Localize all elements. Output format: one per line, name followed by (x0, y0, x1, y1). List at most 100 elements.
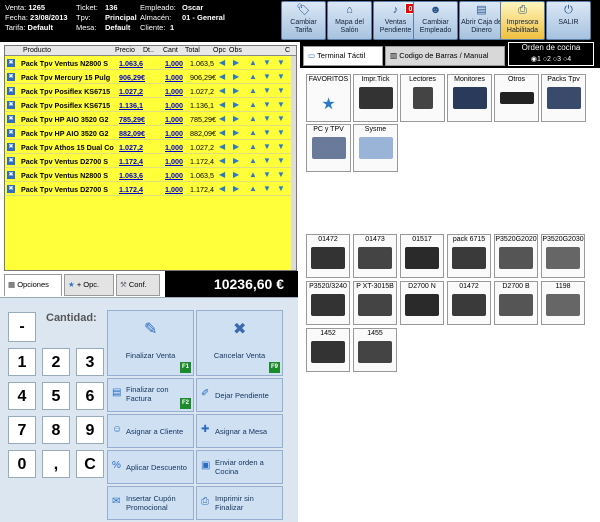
asignar-cliente-button[interactable]: ☺ Asignar a Cliente (107, 414, 194, 448)
line-price[interactable]: 785,29€ (119, 115, 149, 124)
abrir-caja-button[interactable]: ▤ Abrir Caja de Dinero (459, 1, 504, 40)
arrow-more-icon[interactable]: ▼ (277, 101, 287, 109)
delete-line-icon[interactable]: ✖ (7, 129, 15, 137)
arrow-left-icon[interactable]: ◀ (219, 143, 229, 151)
product-tile[interactable]: P3520G2020 (494, 234, 538, 278)
arrow-more-icon[interactable]: ▼ (277, 129, 287, 137)
key-minus[interactable]: - (8, 312, 36, 342)
arrow-down-icon[interactable]: ▼ (263, 171, 273, 179)
key-5[interactable]: 5 (42, 382, 70, 410)
product-tile[interactable]: 01473 (353, 234, 397, 278)
line-qty[interactable]: 1,000 (165, 73, 189, 82)
key-0[interactable]: 0 (8, 450, 36, 478)
delete-line-icon[interactable]: ✖ (7, 171, 15, 179)
category-sysme[interactable]: Sysme (353, 124, 398, 172)
line-price[interactable]: 906,29€ (119, 73, 149, 82)
category-impr-tick[interactable]: Impr.Tick (353, 74, 398, 122)
key-6[interactable]: 6 (76, 382, 104, 410)
arrow-up-icon[interactable]: ▲ (249, 143, 259, 151)
arrow-more-icon[interactable]: ▼ (277, 185, 287, 193)
arrow-more-icon[interactable]: ▼ (277, 59, 287, 67)
mapa-salon-button[interactable]: ⌂ Mapa del Salón (327, 1, 372, 40)
product-tile[interactable]: 01472 (306, 234, 350, 278)
arrow-down-icon[interactable]: ▼ (263, 101, 273, 109)
arrow-left-icon[interactable]: ◀ (219, 73, 229, 81)
table-scrollbar[interactable] (291, 56, 296, 270)
line-qty[interactable]: 1,000 (165, 185, 189, 194)
arrow-more-icon[interactable]: ▼ (277, 171, 287, 179)
category-lectores[interactable]: Lectores (400, 74, 445, 122)
delete-line-icon[interactable]: ✖ (7, 87, 15, 95)
product-tile[interactable]: 1455 (353, 328, 397, 372)
orden-radio-4[interactable]: ○4 (563, 56, 571, 63)
table-row[interactable]: ✖ Pack Tpv HP AIO 3520 G2 785,29€ 1,000 785,… (5, 112, 296, 126)
enviar-cocina-button[interactable]: ▣ Enviar orden a Cocina (196, 450, 283, 484)
table-row[interactable]: ✖ Pack Tpv Ventus N2800 S 1.063,6 1,000 1.06… (5, 56, 296, 70)
delete-line-icon[interactable]: ✖ (7, 59, 15, 67)
table-row[interactable]: ✖ Pack Tpv Mercury 15 Pulg 906,29€ 1,000 906… (5, 70, 296, 84)
category-otros[interactable]: Otros (494, 74, 539, 122)
table-row[interactable]: ✖ Pack Tpv Ventus D2700 S 1.172,4 1,000 1.17… (5, 182, 296, 196)
product-tile[interactable]: P XT-3015B (353, 281, 397, 325)
arrow-down-icon[interactable]: ▼ (263, 157, 273, 165)
delete-line-icon[interactable]: ✖ (7, 73, 15, 81)
arrow-left-icon[interactable]: ◀ (219, 115, 229, 123)
table-row[interactable]: ✖ Pack Tpv Posiflex KS6715 1.027,2 1,000 1.0… (5, 84, 296, 98)
aplicar-descuento-button[interactable]: % Aplicar Descuento (107, 450, 194, 484)
salir-button[interactable]: ⏻ SALIR (546, 1, 591, 40)
table-row[interactable]: ✖ Pack Tpv Ventus D2700 S 1.172,4 1,000 1.17… (5, 154, 296, 168)
arrow-left-icon[interactable]: ◀ (219, 129, 229, 137)
line-qty[interactable]: 1,000 (165, 129, 189, 138)
key-clear[interactable]: C (76, 450, 104, 478)
table-row[interactable]: ✖ Pack Tpv Ventus N2800 S 1.063,6 1,000 1.06… (5, 168, 296, 182)
key-2[interactable]: 2 (42, 348, 70, 376)
arrow-down-icon[interactable]: ▼ (263, 115, 273, 123)
line-price[interactable]: 1.027,2 (119, 143, 149, 152)
arrow-up-icon[interactable]: ▲ (249, 101, 259, 109)
line-qty[interactable]: 1,000 (165, 143, 189, 152)
key-comma[interactable]: , (42, 450, 70, 478)
arrow-down-icon[interactable]: ▼ (263, 185, 273, 193)
arrow-left-icon[interactable]: ◀ (219, 101, 229, 109)
line-qty[interactable]: 1,000 (165, 87, 189, 96)
product-tile[interactable]: D2700 N (400, 281, 444, 325)
line-qty[interactable]: 1,000 (165, 115, 189, 124)
table-row[interactable]: ✖ Pack Tpv Posiflex KS6715 1.136,1 1,000 1.1… (5, 98, 296, 112)
asignar-mesa-button[interactable]: ✚ Asignar a Mesa (196, 414, 283, 448)
arrow-more-icon[interactable]: ▼ (277, 157, 287, 165)
line-price[interactable]: 1.063,6 (119, 171, 149, 180)
line-qty[interactable]: 1,000 (165, 157, 189, 166)
arrow-more-icon[interactable]: ▼ (277, 143, 287, 151)
arrow-up-icon[interactable]: ▲ (249, 87, 259, 95)
arrow-up-icon[interactable]: ▲ (249, 59, 259, 67)
key-7[interactable]: 7 (8, 416, 36, 444)
delete-line-icon[interactable]: ✖ (7, 115, 15, 123)
line-price[interactable]: 1.027,2 (119, 87, 149, 96)
key-9[interactable]: 9 (76, 416, 104, 444)
arrow-right-icon[interactable]: ▶ (233, 59, 243, 67)
arrow-down-icon[interactable]: ▼ (263, 59, 273, 67)
finalizar-factura-button[interactable]: ▤ Finalizar con Factura F2 (107, 378, 194, 412)
key-8[interactable]: 8 (42, 416, 70, 444)
key-3[interactable]: 3 (76, 348, 104, 376)
orden-radio-3[interactable]: ○3 (553, 56, 561, 63)
product-tile[interactable]: pack 6715 (447, 234, 491, 278)
arrow-right-icon[interactable]: ▶ (233, 73, 243, 81)
dejar-pendiente-button[interactable]: ✐ Dejar Pendiente (196, 378, 283, 412)
arrow-left-icon[interactable]: ◀ (219, 157, 229, 165)
arrow-left-icon[interactable]: ◀ (219, 87, 229, 95)
arrow-up-icon[interactable]: ▲ (249, 185, 259, 193)
arrow-right-icon[interactable]: ▶ (233, 87, 243, 95)
product-tile[interactable]: P3520/3240 (306, 281, 350, 325)
arrow-more-icon[interactable]: ▼ (277, 87, 287, 95)
ventas-pendiente-button[interactable]: ♪ Ventas Pendiente 0 (373, 1, 418, 40)
delete-line-icon[interactable]: ✖ (7, 143, 15, 151)
arrow-left-icon[interactable]: ◀ (219, 171, 229, 179)
arrow-up-icon[interactable]: ▲ (249, 129, 259, 137)
product-tile[interactable]: 01517 (400, 234, 444, 278)
category-favoritos[interactable]: FAVORITOS ★ (306, 74, 351, 122)
arrow-right-icon[interactable]: ▶ (233, 129, 243, 137)
cambiar-empleado-button[interactable]: ☻ Cambiar Empleado (413, 1, 458, 40)
delete-line-icon[interactable]: ✖ (7, 101, 15, 109)
finalizar-venta-button[interactable]: ✎ Finalizar Venta F1 (107, 310, 194, 376)
